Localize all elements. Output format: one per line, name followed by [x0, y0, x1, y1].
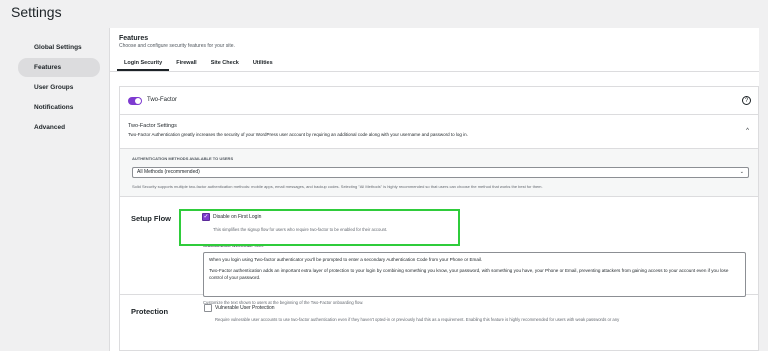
- two-factor-settings-title: Two-Factor Settings: [128, 123, 177, 129]
- welcome-textarea[interactable]: When you login using Two-factor authenti…: [203, 252, 746, 297]
- disable-first-login-label[interactable]: Disable on First Login: [213, 214, 261, 220]
- features-main: Features Choose and configure security f…: [109, 28, 759, 351]
- chevron-up-icon[interactable]: ^: [746, 128, 749, 134]
- auth-methods-help: Solid Security supports multiple two-fac…: [132, 184, 543, 189]
- disable-first-login-checkbox[interactable]: ✓: [202, 213, 210, 221]
- two-factor-label: Two-Factor: [147, 97, 178, 103]
- help-icon[interactable]: ?: [742, 96, 751, 105]
- two-factor-settings-desc: Two-Factor Authentication greatly increa…: [128, 132, 468, 137]
- welcome-text-paragraph-1: When you login using Two-factor authenti…: [209, 257, 483, 262]
- auth-methods-label: AUTHENTICATION METHODS AVAILABLE TO USER…: [132, 156, 234, 161]
- two-factor-panel: Two-Factor ? Two-Factor Settings Two-Fac…: [119, 86, 759, 351]
- sidebar-item-user-groups[interactable]: User Groups: [18, 78, 100, 97]
- tab-login-security[interactable]: Login Security: [117, 58, 170, 71]
- vulnerable-user-help: Require vulnerable user accounts to use …: [215, 317, 620, 322]
- tab-site-check[interactable]: Site Check: [204, 58, 246, 71]
- tab-firewall[interactable]: Firewall: [169, 58, 203, 71]
- auth-methods-value: All Methods (recommended): [137, 169, 200, 175]
- sidebar-item-features[interactable]: Features: [18, 58, 100, 77]
- feature-tabs: Login Security Firewall Site Check Utili…: [110, 58, 759, 72]
- welcome-text-paragraph-2: Two-Factor authentication adds an import…: [209, 268, 729, 280]
- sidebar-item-notifications[interactable]: Notifications: [18, 98, 100, 117]
- sidebar-item-global-settings[interactable]: Global Settings: [18, 38, 100, 57]
- two-factor-settings-header[interactable]: Two-Factor Settings Two-Factor Authentic…: [120, 115, 758, 149]
- two-factor-toggle[interactable]: [128, 97, 142, 105]
- vulnerable-user-label[interactable]: Vulnerable User Protection: [215, 305, 275, 311]
- settings-sidebar: Global Settings Features User Groups Not…: [18, 38, 100, 138]
- auth-methods-block: AUTHENTICATION METHODS AVAILABLE TO USER…: [120, 149, 758, 197]
- auth-methods-select[interactable]: All Methods (recommended) ⌄: [132, 167, 749, 178]
- sidebar-item-advanced[interactable]: Advanced: [18, 118, 100, 137]
- protection-title: Protection: [131, 307, 169, 316]
- tab-utilities[interactable]: Utilities: [246, 58, 280, 71]
- chevron-down-icon: ⌄: [739, 169, 744, 175]
- vulnerable-user-checkbox[interactable]: [204, 304, 212, 312]
- page-header: Settings: [0, 0, 768, 28]
- two-factor-row: Two-Factor ?: [120, 87, 758, 115]
- features-header: Features Choose and configure security f…: [110, 28, 759, 49]
- setup-flow-title: Setup Flow: [131, 214, 171, 223]
- features-title: Features: [119, 35, 149, 42]
- protection-section: Protection Vulnerable User Protection Re…: [120, 295, 758, 351]
- setup-flow-section: Setup Flow ✓ Disable on First Login This…: [120, 197, 758, 305]
- welcome-text-label: ONBOARDING WELCOME TEXT: [203, 243, 265, 248]
- page-title: Settings: [11, 4, 62, 20]
- disable-first-login-help: This simplifies the signup flow for user…: [213, 227, 388, 232]
- features-subtitle: Choose and configure security features f…: [119, 43, 235, 49]
